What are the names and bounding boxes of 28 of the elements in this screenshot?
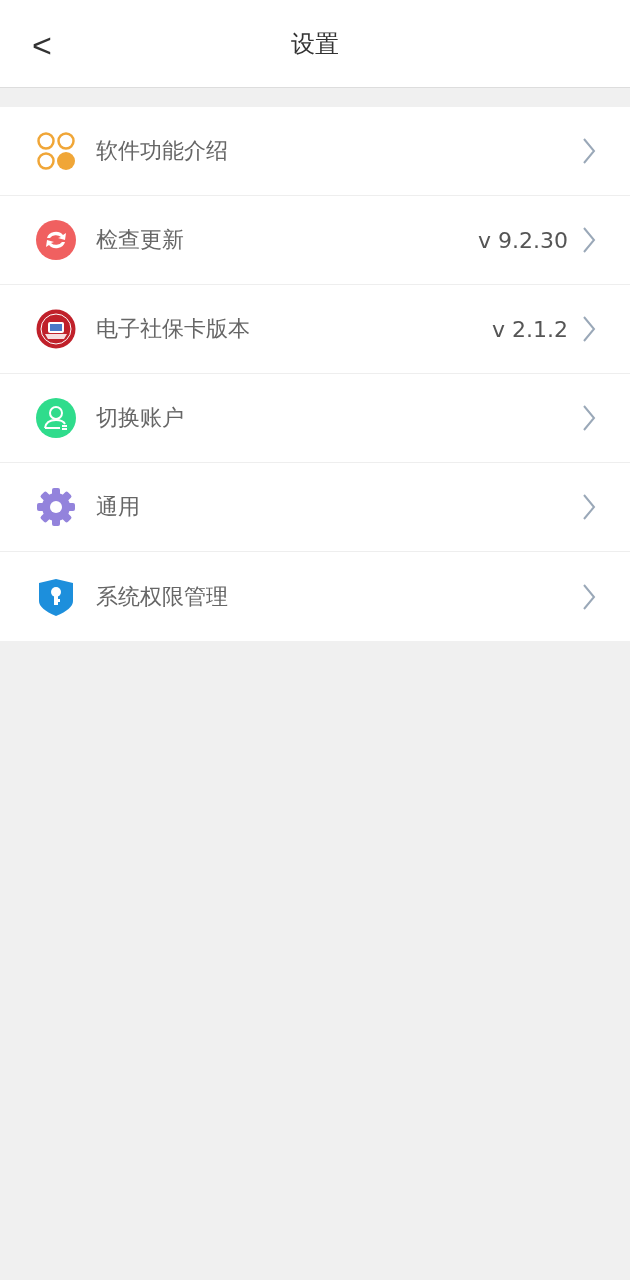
shield-icon — [36, 576, 76, 617]
back-button[interactable]: < — [26, 22, 58, 68]
chevron-icon — [582, 493, 596, 521]
item-label: 检查更新 — [96, 226, 185, 254]
settings-item[interactable]: 切换账户 — [0, 374, 630, 463]
circles-icon — [36, 131, 76, 171]
user-icon — [36, 398, 76, 438]
item-label: 软件功能介绍 — [96, 137, 229, 165]
refresh-icon — [36, 220, 76, 260]
item-label: 通用 — [96, 493, 141, 521]
page-title: 设置 — [291, 28, 339, 60]
version-text: v 2.1.2 — [492, 316, 568, 342]
settings-item[interactable]: 通用 — [0, 463, 630, 552]
chevron-icon — [582, 315, 596, 343]
badge-icon — [36, 309, 76, 349]
chevron-icon — [582, 582, 596, 611]
settings-item[interactable]: 软件功能介绍 — [0, 107, 630, 196]
settings-item[interactable]: 电子社保卡版本 v 2.1.2 — [0, 285, 630, 374]
item-label: 系统权限管理 — [96, 582, 229, 611]
chevron-icon — [582, 137, 596, 165]
chevron-icon — [582, 226, 596, 254]
settings-item[interactable]: 系统权限管理 — [0, 552, 630, 641]
chevron-icon — [582, 404, 596, 432]
gear-icon — [36, 487, 76, 527]
settings-item[interactable]: 检查更新 v 9.2.30 — [0, 196, 630, 285]
item-label: 电子社保卡版本 — [96, 315, 251, 343]
version-text: v 9.2.30 — [478, 227, 568, 253]
item-label: 切换账户 — [96, 404, 185, 432]
